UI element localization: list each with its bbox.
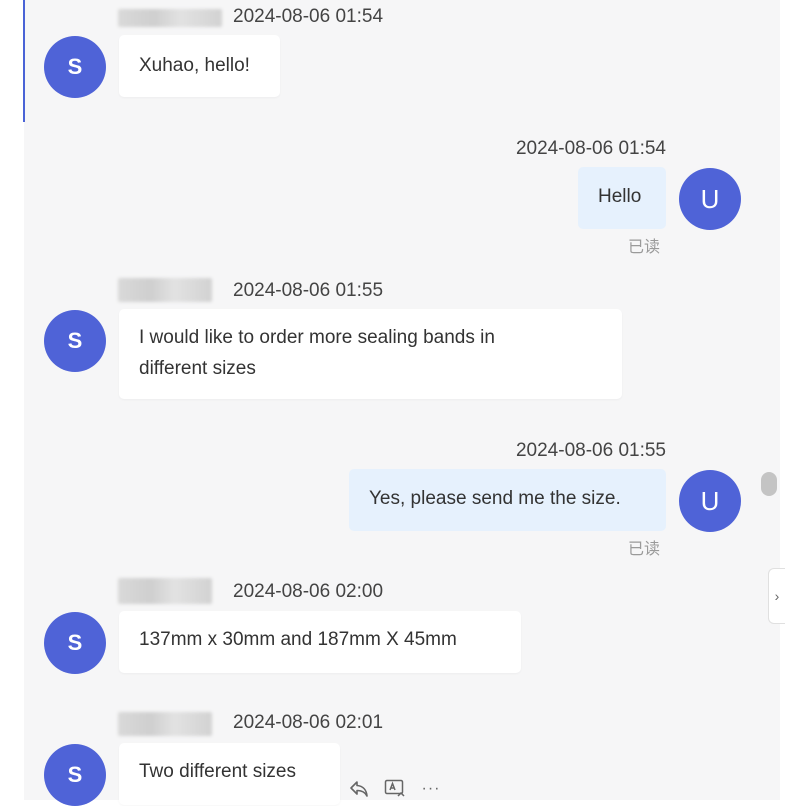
sender-name-redacted xyxy=(118,9,222,27)
message-timestamp: 2024-08-06 01:54 xyxy=(515,138,666,159)
chevron-right-icon[interactable]: › xyxy=(768,568,785,624)
message-bubble[interactable]: Two different sizes xyxy=(119,743,340,805)
more-icon[interactable]: ··· xyxy=(420,778,442,800)
scrollbar-thumb[interactable] xyxy=(761,472,777,496)
avatar[interactable]: S xyxy=(44,744,106,806)
message-timestamp: 2024-08-06 02:00 xyxy=(233,581,384,602)
translate-icon[interactable] xyxy=(384,778,406,800)
avatar[interactable]: S xyxy=(44,310,106,372)
message-timestamp: 2024-08-06 02:01 xyxy=(233,712,384,733)
message-text-line: different sizes xyxy=(139,358,256,379)
message-timestamp: 2024-08-06 01:54 xyxy=(233,6,384,27)
message-bubble[interactable]: Yes, please send me the size. xyxy=(349,469,666,531)
avatar[interactable]: U xyxy=(679,470,741,532)
reply-icon[interactable] xyxy=(348,778,370,800)
read-status: 已读 xyxy=(628,239,661,256)
message-bubble[interactable]: Xuhao, hello! xyxy=(119,35,280,97)
message-bubble[interactable]: Hello xyxy=(578,167,666,229)
message-timestamp: 2024-08-06 01:55 xyxy=(515,440,666,461)
message-text-line: I would like to order more sealing bands… xyxy=(139,327,495,348)
sender-name-redacted xyxy=(118,712,212,736)
avatar[interactable]: U xyxy=(679,168,741,230)
read-status: 已读 xyxy=(628,541,661,558)
right-gutter xyxy=(780,0,800,800)
avatar[interactable]: S xyxy=(44,36,106,98)
message-bubble[interactable]: I would like to order more sealing bands… xyxy=(119,309,622,399)
active-indicator xyxy=(23,0,25,122)
avatar[interactable]: S xyxy=(44,612,106,674)
message-actions: ··· xyxy=(348,778,442,800)
message-timestamp: 2024-08-06 01:55 xyxy=(233,280,384,301)
sender-name-redacted xyxy=(118,578,212,604)
sender-name-redacted xyxy=(118,278,212,302)
chat-panel xyxy=(24,0,780,800)
message-bubble[interactable]: 137mm x 30mm and 187mm X 45mm xyxy=(119,611,521,673)
